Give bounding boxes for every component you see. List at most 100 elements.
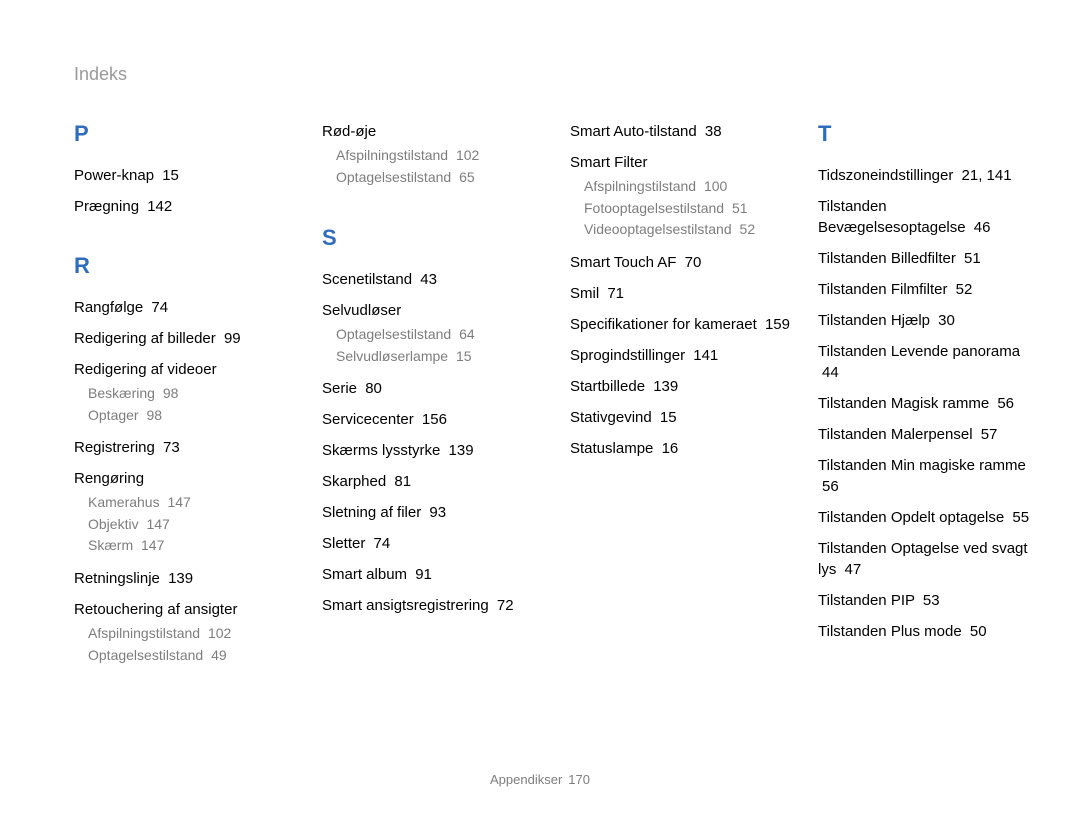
- index-entry: Sletning af filer 93: [322, 502, 542, 523]
- sub-page: 51: [732, 200, 748, 216]
- index-entry: Sprogindstillinger 141: [570, 345, 790, 366]
- index-subentry: Kamerahus 147: [88, 493, 294, 513]
- index-entry: Smart Filter: [570, 152, 790, 173]
- index-subentry: Optagelsestilstand 64: [336, 325, 542, 345]
- index-entry: Rød-øje: [322, 121, 542, 142]
- entry-label: Redigering af videoer: [74, 361, 217, 378]
- entry-label: Rangfølge: [74, 299, 143, 316]
- index-entry: Tilstanden Hjælp 30: [818, 310, 1038, 331]
- entry-label: Selvudløser: [322, 302, 401, 319]
- entry-page: 156: [422, 411, 447, 428]
- index-entry: Tilstanden Min magiske ramme 56: [818, 455, 1038, 497]
- entry-page: 30: [938, 312, 955, 329]
- index-entry: Scenetilstand 43: [322, 269, 542, 290]
- index-subentry: Optagelsestilstand 65: [336, 168, 542, 188]
- sub-page: 147: [167, 494, 190, 510]
- entry-label: Smil: [570, 285, 599, 302]
- entry-label: Skarphed: [322, 473, 386, 490]
- index-entry: Tilstanden Filmfilter 52: [818, 279, 1038, 300]
- entry-label: Registrering: [74, 439, 155, 456]
- index-group: Redigering af videoer Beskæring 98 Optag…: [74, 359, 294, 425]
- entry-label: Tilstanden Opdelt optagelse: [818, 509, 1004, 526]
- entry-page: 21, 141: [962, 167, 1012, 184]
- index-subentry: Optagelsestilstand 49: [88, 646, 294, 666]
- entry-page: 15: [162, 167, 179, 184]
- index-entry: Redigering af videoer: [74, 359, 294, 380]
- entry-label: Servicecenter: [322, 411, 414, 428]
- sub-label: Objektiv: [88, 516, 139, 532]
- letter-r: R: [74, 253, 294, 279]
- index-entry: Skarphed 81: [322, 471, 542, 492]
- entry-page: 159: [765, 316, 790, 333]
- entry-label: Tilstanden Levende panorama: [818, 343, 1020, 360]
- entry-label: Smart album: [322, 566, 407, 583]
- entry-page: 81: [394, 473, 411, 490]
- sub-page: 102: [208, 625, 231, 641]
- index-entry: Retningslinje 139: [74, 568, 294, 589]
- letter-p: P: [74, 121, 294, 147]
- column-4: T Tidszoneindstillinger 21, 141 Tilstand…: [818, 121, 1038, 677]
- entry-page: 71: [607, 285, 624, 302]
- index-subentry: Objektiv 147: [88, 515, 294, 535]
- entry-page: 57: [981, 426, 998, 443]
- index-entry: Statuslampe 16: [570, 438, 790, 459]
- entry-label: Retningslinje: [74, 570, 160, 587]
- sub-page: 52: [740, 221, 756, 237]
- index-subentry: Afspilningstilstand 100: [584, 177, 790, 197]
- entry-label: Prægning: [74, 198, 139, 215]
- index-entry: Tilstanden PIP 53: [818, 590, 1038, 611]
- sub-page: 100: [704, 178, 727, 194]
- entry-label: Scenetilstand: [322, 271, 412, 288]
- entry-label: Sletter: [322, 535, 365, 552]
- index-entry: Rangfølge 74: [74, 297, 294, 318]
- entry-page: 99: [224, 330, 241, 347]
- entry-page: 74: [151, 299, 168, 316]
- entry-page: 56: [997, 395, 1014, 412]
- index-columns: P Power-knap 15 Prægning 142 R Rangfølge…: [74, 121, 1006, 677]
- letter-s: S: [322, 225, 542, 251]
- sub-page: 64: [459, 326, 475, 342]
- index-entry: Rengøring: [74, 468, 294, 489]
- sub-label: Fotooptagelsestilstand: [584, 200, 724, 216]
- index-subentry: Fotooptagelsestilstand 51: [584, 199, 790, 219]
- entry-page: 53: [923, 592, 940, 609]
- index-entry: Tilstanden Bevægelsesoptagelse 46: [818, 196, 1038, 238]
- page-footer: Appendikser170: [0, 772, 1080, 787]
- entry-label: Redigering af billeder: [74, 330, 216, 347]
- index-entry: Startbillede 139: [570, 376, 790, 397]
- sub-page: 98: [146, 407, 162, 423]
- index-group: Rengøring Kamerahus 147 Objektiv 147 Skæ…: [74, 468, 294, 556]
- sub-page: 102: [456, 147, 479, 163]
- entry-page: 73: [163, 439, 180, 456]
- entry-label: Rød-øje: [322, 123, 376, 140]
- index-entry: Serie 80: [322, 378, 542, 399]
- entry-label: Statuslampe: [570, 440, 653, 457]
- entry-label: Smart Auto-tilstand: [570, 123, 697, 140]
- index-entry: Tilstanden Opdelt optagelse 55: [818, 507, 1038, 528]
- index-entry: Redigering af billeder 99: [74, 328, 294, 349]
- index-group: Retouchering af ansigter Afspilningstils…: [74, 599, 294, 665]
- index-subentry: Afspilningstilstand 102: [336, 146, 542, 166]
- index-entry: Servicecenter 156: [322, 409, 542, 430]
- entry-label: Tilstanden Min magiske ramme: [818, 457, 1026, 474]
- sub-label: Selvudløserlampe: [336, 348, 448, 364]
- index-entry: Sletter 74: [322, 533, 542, 554]
- entry-page: 50: [970, 623, 987, 640]
- entry-label: Retouchering af ansigter: [74, 601, 237, 618]
- sub-page: 98: [163, 385, 179, 401]
- entry-page: 16: [662, 440, 679, 457]
- entry-page: 72: [497, 597, 514, 614]
- sub-label: Beskæring: [88, 385, 155, 401]
- index-entry: Specifikationer for kameraet 159: [570, 314, 790, 335]
- sub-label: Afspilningstilstand: [584, 178, 696, 194]
- index-entry: Smart album 91: [322, 564, 542, 585]
- entry-label: Tilstanden Billedfilter: [818, 250, 956, 267]
- index-entry: Smart Touch AF 70: [570, 252, 790, 273]
- sub-page: 65: [459, 169, 475, 185]
- index-subentry: Selvudløserlampe 15: [336, 347, 542, 367]
- entry-page: 52: [956, 281, 973, 298]
- sub-label: Videooptagelsestilstand: [584, 221, 732, 237]
- entry-label: Tilstanden Malerpensel: [818, 426, 973, 443]
- entry-label: Power-knap: [74, 167, 154, 184]
- entry-label: Sprogindstillinger: [570, 347, 685, 364]
